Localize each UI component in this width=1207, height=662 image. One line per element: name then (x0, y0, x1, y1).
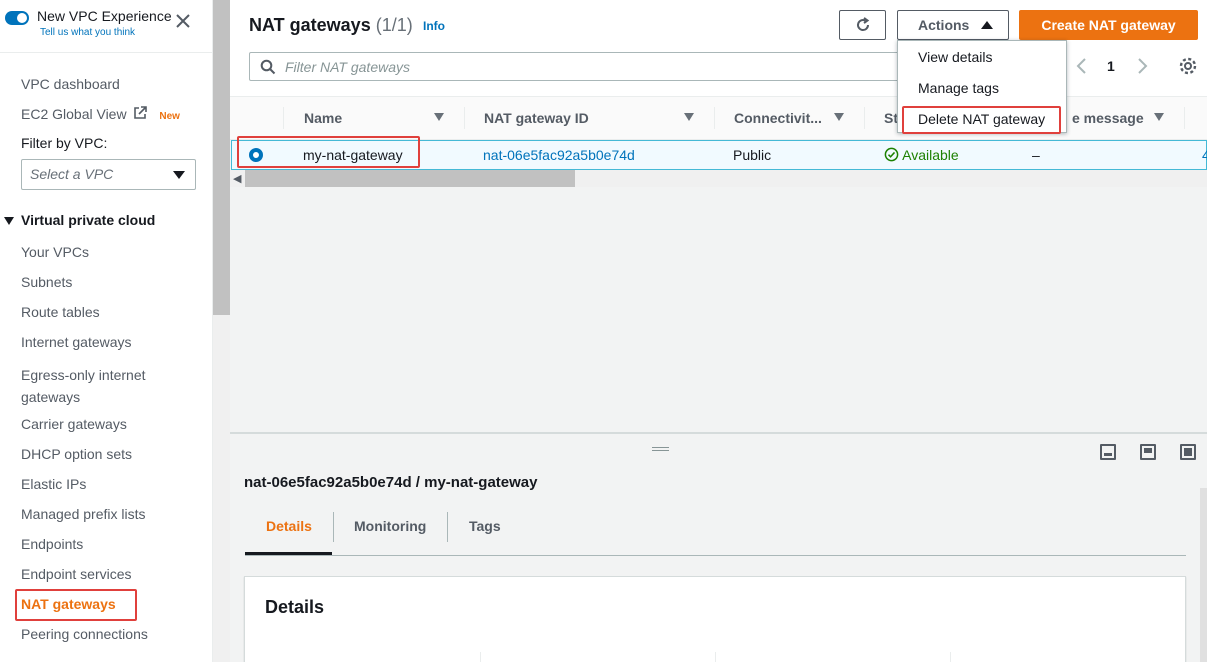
feedback-link[interactable]: Tell us what you think (40, 27, 172, 38)
page-title: NAT gateways (1/1) (249, 15, 413, 36)
active-tab-indicator (245, 552, 332, 555)
chevron-left-icon[interactable] (1073, 56, 1091, 76)
sidebar-item-elastic-ips[interactable]: Elastic IPs (21, 476, 86, 492)
sort-icon[interactable] (434, 113, 444, 121)
refresh-icon (857, 17, 870, 31)
column-header-state-message[interactable]: e message (1072, 110, 1144, 126)
scroll-left-icon[interactable]: ◀ (233, 172, 241, 185)
create-nat-gateway-button[interactable]: Create NAT gateway (1019, 10, 1198, 40)
caret-down-icon (4, 217, 14, 225)
tab-bar-line (245, 555, 1186, 556)
sidebar-item-internet-gateways[interactable]: Internet gateways (21, 334, 132, 350)
menu-item-view-details[interactable]: View details (918, 49, 992, 65)
tab-details[interactable]: Details (266, 518, 312, 534)
column-header-connectivity[interactable]: Connectivit... (734, 110, 822, 126)
vpc-select-placeholder: Select a VPC (30, 166, 114, 182)
actions-label: Actions (918, 17, 970, 33)
sort-icon[interactable] (834, 113, 844, 121)
sidebar-item-peering-connections[interactable]: Peering connections (21, 626, 148, 642)
column-divider (464, 107, 465, 129)
column-header-state[interactable]: St (884, 110, 898, 126)
filter-by-vpc-label: Filter by VPC: (21, 135, 108, 151)
sidebar-item-endpoints[interactable]: Endpoints (21, 536, 83, 552)
cell-state: Available (884, 147, 959, 163)
sidebar-scrollbar-thumb[interactable] (213, 0, 230, 315)
column-divider (950, 652, 951, 662)
sidebar-item-label: EC2 Global View (21, 106, 127, 122)
vpc-filter-select[interactable]: Select a VPC (21, 159, 196, 190)
state-text: Available (902, 147, 959, 163)
chevron-right-icon[interactable] (1133, 56, 1151, 76)
sidebar-item-carrier-gateways[interactable]: Carrier gateways (21, 416, 127, 432)
page-number[interactable]: 1 (1107, 58, 1115, 74)
column-divider (864, 107, 865, 129)
search-input[interactable]: Filter NAT gateways (249, 52, 909, 81)
new-badge: New (159, 111, 180, 122)
sidebar-item-endpoint-services[interactable]: Endpoint services (21, 566, 132, 582)
sidebar-item-subnets[interactable]: Subnets (21, 274, 72, 290)
sidebar-item-your-vpcs[interactable]: Your VPCs (21, 244, 89, 260)
panel-side-icon[interactable] (1140, 444, 1156, 460)
column-divider (715, 652, 716, 662)
sidebar-item-label: gateways (21, 389, 81, 405)
panel-full-icon[interactable] (1180, 444, 1196, 460)
tab-monitoring[interactable]: Monitoring (354, 518, 426, 534)
highlight-box (15, 589, 137, 621)
actions-button[interactable]: Actions (897, 10, 1009, 40)
close-icon[interactable] (174, 12, 192, 30)
section-label: Virtual private cloud (21, 212, 156, 228)
check-circle-icon (884, 147, 899, 162)
column-divider (1184, 107, 1185, 129)
sidebar-item-label: Egress-only internet (21, 367, 146, 383)
highlight-box (902, 106, 1061, 134)
menu-item-manage-tags[interactable]: Manage tags (918, 80, 999, 96)
tab-divider (333, 512, 334, 542)
selection-count: (1/1) (375, 15, 413, 35)
cell-connectivity: Public (733, 147, 772, 163)
cell-state-message: – (1032, 147, 1040, 163)
refresh-button[interactable] (839, 10, 886, 40)
column-divider (714, 107, 715, 129)
divider (0, 52, 213, 53)
tab-tags[interactable]: Tags (469, 518, 501, 534)
column-divider (480, 652, 481, 662)
panel-bottom-icon[interactable] (1100, 444, 1116, 460)
external-link-icon (134, 106, 148, 119)
sidebar-item-dhcp-option-sets[interactable]: DHCP option sets (21, 446, 132, 462)
search-placeholder: Filter NAT gateways (285, 59, 410, 75)
tab-divider (447, 512, 448, 542)
details-title: nat-06e5fac92a5b0e74d / my-nat-gateway (244, 474, 538, 491)
sidebar-item-managed-prefix-lists[interactable]: Managed prefix lists (21, 506, 146, 522)
cell-nat-gateway-id[interactable]: nat-06e5fac92a5b0e74d (483, 147, 635, 163)
column-divider (283, 107, 284, 129)
table-scrollbar-thumb[interactable] (245, 170, 575, 187)
cell-truncated: 4 (1202, 147, 1207, 163)
info-link[interactable]: Info (423, 19, 445, 33)
highlight-box (237, 136, 420, 168)
column-header-name[interactable]: Name (304, 110, 342, 126)
toggle-title: New VPC Experience (37, 8, 172, 24)
title-text: NAT gateways (249, 15, 371, 35)
section-virtual-private-cloud[interactable]: Virtual private cloud (4, 212, 155, 228)
gear-icon[interactable] (1178, 56, 1198, 76)
details-scrollbar[interactable] (1200, 488, 1207, 662)
resize-handle-icon[interactable] (652, 447, 669, 451)
card-title: Details (265, 597, 325, 617)
new-experience-toggle-row: New VPC Experience Tell us what you thin… (5, 8, 172, 38)
sidebar-item-route-tables[interactable]: Route tables (21, 304, 100, 320)
new-experience-toggle[interactable] (5, 11, 29, 25)
sidebar-item-egress-only-internet-gateways[interactable]: Egress-only internet gateways (21, 364, 146, 408)
sidebar-item-vpc-dashboard[interactable]: VPC dashboard (21, 76, 120, 92)
caret-down-icon (173, 171, 185, 179)
details-card (244, 576, 1186, 662)
search-icon (260, 59, 276, 75)
column-header-nat-gateway-id[interactable]: NAT gateway ID (484, 110, 589, 126)
sidebar-item-ec2-global-view[interactable]: EC2 Global View New (21, 106, 180, 122)
sidebar: New VPC Experience Tell us what you thin… (0, 0, 213, 662)
sort-icon[interactable] (1154, 113, 1164, 121)
sort-icon[interactable] (684, 113, 694, 121)
caret-up-icon (981, 21, 993, 29)
